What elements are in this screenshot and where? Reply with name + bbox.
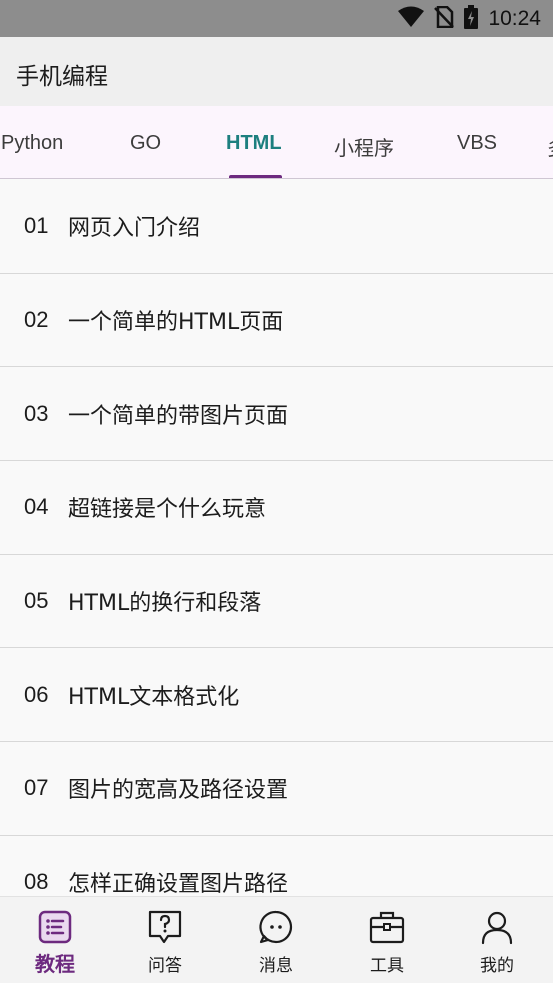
nav-qa[interactable]: 问答 (110, 897, 220, 983)
tab-mini-program[interactable]: 小程序 (334, 132, 394, 161)
category-tabs: Python GO HTML 小程序 VBS 多 (0, 106, 553, 179)
nav-label: 教程 (35, 952, 75, 976)
nav-tutorial[interactable]: 教程 (0, 897, 110, 983)
status-time: 10:24 (488, 6, 541, 30)
list-item[interactable]: 01 网页入门介绍 (0, 180, 553, 274)
lesson-number: 04 (24, 494, 49, 520)
question-icon (147, 909, 183, 945)
message-icon (258, 909, 294, 945)
no-sim-icon (434, 5, 455, 32)
lesson-title: 图片的宽高及路径设置 (68, 778, 289, 804)
nav-tools[interactable]: 工具 (332, 897, 442, 983)
nav-label: 问答 (148, 956, 182, 976)
list-item[interactable]: 02 一个简单的HTML页面 (0, 274, 553, 368)
lesson-number: 07 (24, 775, 49, 801)
list-item[interactable]: 05 HTML的换行和段落 (0, 555, 553, 649)
nav-messages[interactable]: 消息 (221, 897, 331, 983)
nav-label: 我的 (480, 956, 514, 976)
list-item[interactable]: 06 HTML文本格式化 (0, 648, 553, 743)
tab-html[interactable]: HTML (226, 132, 282, 155)
list-item[interactable]: 03 一个简单的带图片页面 (0, 367, 553, 462)
lesson-number: 08 (24, 869, 49, 895)
lesson-number: 06 (24, 681, 49, 707)
lesson-number: 01 (24, 213, 49, 239)
toolbox-icon (369, 909, 405, 945)
app-title: 手机编程 (16, 64, 108, 90)
nav-profile[interactable]: 我的 (442, 897, 552, 983)
bottom-navigation: 教程 问答 消息 工具 我的 (0, 896, 553, 983)
tab-vbs[interactable]: VBS (457, 132, 497, 155)
tutorial-list-icon (37, 909, 73, 945)
list-item[interactable]: 07 图片的宽高及路径设置 (0, 742, 553, 836)
nav-label: 工具 (370, 956, 404, 976)
status-bar: 10:24 (0, 0, 553, 37)
lesson-number: 05 (24, 588, 49, 614)
nav-label: 消息 (259, 956, 293, 976)
lesson-title: 网页入门介绍 (68, 216, 201, 242)
active-tab-indicator (229, 175, 282, 178)
list-item[interactable]: 08 怎样正确设置图片路径 (0, 836, 553, 896)
lesson-title: 超链接是个什么玩意 (68, 497, 267, 523)
tab-go[interactable]: GO (130, 132, 161, 155)
battery-charging-icon (464, 4, 479, 33)
app-bar: 手机编程 (0, 37, 553, 106)
tab-python[interactable]: Python (1, 132, 63, 155)
lesson-title: 一个简单的带图片页面 (68, 403, 289, 429)
tab-more[interactable]: 多 (547, 132, 553, 161)
lesson-title: 怎样正确设置图片路径 (68, 872, 289, 896)
lesson-title: 一个简单的HTML页面 (68, 310, 284, 336)
profile-icon (479, 909, 515, 945)
lesson-number: 02 (24, 307, 49, 333)
list-item[interactable]: 04 超链接是个什么玩意 (0, 461, 553, 555)
lesson-title: HTML的换行和段落 (68, 591, 262, 617)
wifi-icon (398, 6, 425, 32)
lesson-list: 01 网页入门介绍 02 一个简单的HTML页面 03 一个简单的带图片页面 0… (0, 180, 553, 896)
status-icons: 10:24 (398, 0, 541, 37)
lesson-number: 03 (24, 400, 49, 426)
lesson-title: HTML文本格式化 (68, 684, 240, 710)
